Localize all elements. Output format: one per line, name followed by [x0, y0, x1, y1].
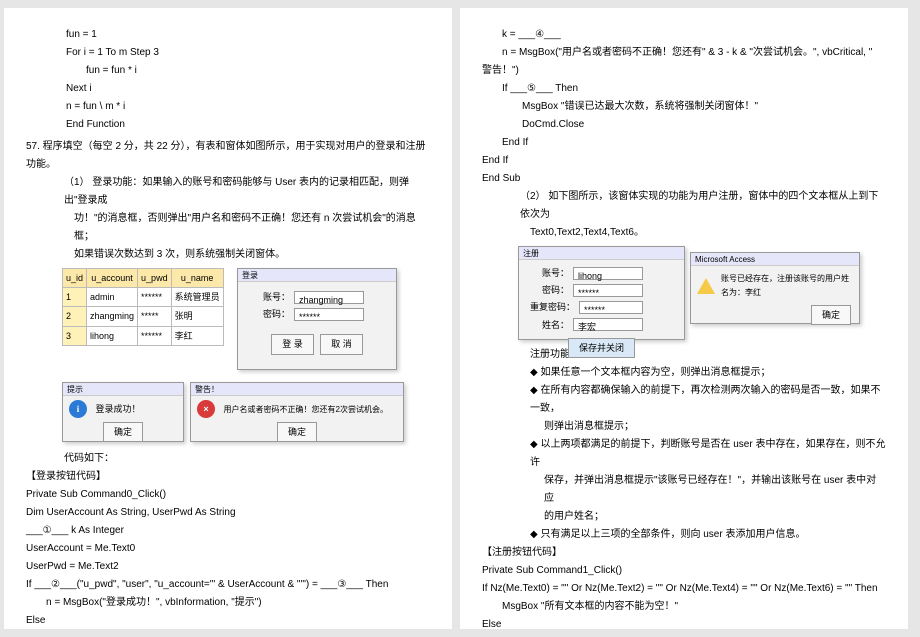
code: Else: [26, 615, 45, 626]
cancel-button[interactable]: 取 消: [320, 334, 363, 354]
p2b: Text0,Text2,Text4,Text6。: [530, 224, 886, 242]
code-blank-1: ___①___ k As Integer: [26, 525, 124, 536]
q57-p1a: （1） 登录功能：如果输入的账号和密码能够与 User 表内的记录相匹配，则弹出…: [64, 174, 430, 210]
code: Private Sub Command0_Click(): [26, 489, 166, 500]
code: fun = fun * i: [86, 65, 137, 76]
code: MsgBox "错误已达最大次数，系统将强制关闭窗体！": [522, 101, 758, 112]
account-input[interactable]: zhangming: [294, 291, 364, 304]
code-label: 代码如下：: [64, 450, 430, 468]
label-pwd2: 重复密码：: [527, 299, 579, 315]
code: Dim UserAccount As String, UserPwd As St…: [26, 507, 236, 518]
b3b: 保存，并弹出消息框提示"该账号已经存在！"，并输出该账号在 user 表中对应: [544, 475, 876, 504]
code: Private Sub Command1_Click(): [482, 565, 622, 576]
code: For i = 1 To m Step 3: [66, 47, 159, 58]
th-name: u_name: [171, 269, 223, 288]
code: n = MsgBox("登录成功！", vbInformation, "提示"): [46, 597, 262, 608]
label-name: 姓名：: [527, 317, 573, 333]
q57-p1b: 功！"的消息框，否则弹出"用户名和密码不正确！您还有 n 次尝试机会"的消息框；: [74, 210, 430, 246]
code: UserAccount = Me.Text0: [26, 543, 135, 554]
bullet-icon: ◆: [530, 367, 540, 378]
code: End Sub: [482, 173, 520, 184]
register-titlebar: 注册: [519, 247, 684, 260]
reg-account-input[interactable]: lihong: [573, 267, 643, 280]
code: If Nz(Me.Text0) = "" Or Nz(Me.Text2) = "…: [482, 583, 878, 594]
b1: 如果任意一个文本框内容为空，则弹出消息框提示；: [540, 367, 770, 378]
success-dialog: 提示 i 登录成功！ 确定: [62, 382, 184, 442]
label-password: 密码：: [248, 306, 294, 322]
code: fun = 1: [66, 29, 97, 40]
exists-dialog: Microsoft Access 账号已经存在，注册该账号的用户姓名为：李红 确…: [690, 252, 860, 324]
warn-icon: [697, 278, 715, 294]
bullet-icon: ◆: [530, 439, 540, 450]
login-code-section: 【登录按钮代码】: [26, 468, 430, 486]
label-password: 密码：: [527, 282, 573, 298]
info-dialogs-image: 提示 i 登录成功！ 确定 警告！ × 用户名或者密码不正确！您还有2次尝试机会…: [62, 382, 402, 446]
login-titlebar: 登录: [238, 269, 396, 282]
reg-pwd2-input[interactable]: ******: [579, 301, 643, 314]
code: Next i: [66, 83, 92, 94]
register-image-block: 注册 账号：lihong 密码：****** 重复密码：****** 姓名：李宏…: [518, 246, 858, 342]
register-dialog: 注册 账号：lihong 密码：****** 重复密码：****** 姓名：李宏…: [518, 246, 685, 340]
warn-titlebar: 警告！: [191, 383, 403, 396]
code: End If: [502, 137, 528, 148]
b3a: 以上两项都满足的前提下，判断账号是否在 user 表中存在，如果存在，则不允许: [530, 439, 885, 468]
th-pwd: u_pwd: [138, 269, 172, 288]
ok-button[interactable]: 确定: [277, 422, 317, 442]
user-table-and-login-image: u_id u_account u_pwd u_name 1admin******…: [62, 268, 402, 378]
code-blank-4: k = ___④___: [502, 29, 561, 40]
p2a: （2） 如下图所示，该窗体实现的功能为用户注册，窗体中的四个文本框从上到下依次为: [520, 188, 886, 224]
code: End If: [482, 155, 508, 166]
error-icon: ×: [197, 400, 215, 418]
code: DoCmd.Close: [522, 119, 584, 130]
ok-button[interactable]: 确定: [103, 422, 143, 442]
b3c: 的用户姓名；: [544, 511, 604, 522]
reg-name-input[interactable]: 李宏: [573, 318, 643, 331]
code: End Function: [66, 119, 125, 130]
reg-pwd-input[interactable]: ******: [573, 284, 643, 297]
bullet-icon: ◆: [530, 529, 540, 540]
warn-text: 用户名或者密码不正确！您还有2次尝试机会。: [224, 405, 388, 414]
th-uid: u_id: [63, 269, 87, 288]
code: n = fun \ m * i: [66, 101, 125, 112]
warn-dialog: 警告！ × 用户名或者密码不正确！您还有2次尝试机会。 确定: [190, 382, 404, 442]
b4: 只有满足以上三项的全部条件，则向 user 表添加用户信息。: [540, 529, 805, 540]
info-icon: i: [69, 400, 87, 418]
code-blank-2-3: If ___②___("u_pwd", "user", "u_account='…: [26, 579, 388, 590]
success-titlebar: 提示: [63, 383, 183, 396]
password-input[interactable]: ******: [294, 308, 364, 321]
code: UserPwd = Me.Text2: [26, 561, 119, 572]
right-page: k = ___④___ n = MsgBox("用户名或者密码不正确！您还有" …: [460, 8, 908, 629]
user-table: u_id u_account u_pwd u_name 1admin******…: [62, 268, 224, 346]
exists-titlebar: Microsoft Access: [691, 253, 859, 266]
th-acct: u_account: [87, 269, 138, 288]
q57-p1c: 如果错误次数达到 3 次，则系统强制关闭窗体。: [74, 246, 430, 264]
b2a: 在所有内容都确保输入的前提下，再次检测两次输入的密码是否一致，如果不一致，: [530, 385, 880, 414]
label-account: 账号：: [248, 289, 294, 305]
code: 警告！"): [482, 65, 519, 76]
code-blank-5: If ___⑤___ Then: [502, 83, 578, 94]
code: MsgBox "所有文本框的内容不能为空！": [502, 601, 678, 612]
b2b: 则弹出消息框提示；: [544, 421, 634, 432]
login-button[interactable]: 登 录: [271, 334, 314, 354]
bullet-icon: ◆: [530, 385, 540, 396]
save-close-button[interactable]: 保存并关闭: [568, 338, 635, 358]
left-page: fun = 1 For i = 1 To m Step 3 fun = fun …: [4, 8, 452, 629]
login-dialog: 登录 账号：zhangming 密码：****** 登 录 取 消: [237, 268, 397, 370]
label-account: 账号：: [527, 265, 573, 281]
code: Else: [482, 619, 501, 629]
exists-text: 账号已经存在，注册该账号的用户姓名为：李红: [721, 272, 853, 301]
success-text: 登录成功！: [96, 404, 141, 414]
ok-button[interactable]: 确定: [811, 305, 851, 325]
register-code-section: 【注册按钮代码】: [482, 544, 886, 562]
q57: 57. 程序填空（每空 2 分，共 22 分），有表和窗体如图所示，用于实现对用…: [26, 138, 430, 174]
code: n = MsgBox("用户名或者密码不正确！您还有" & 3 - k & "次…: [502, 47, 872, 58]
